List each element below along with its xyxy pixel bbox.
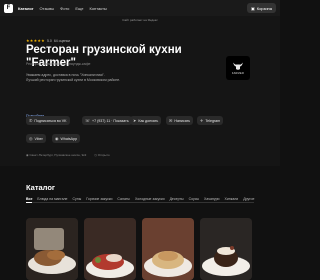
nav-link-reviews[interactable]: Отзывы	[40, 6, 55, 11]
rating-value: 5.0	[46, 38, 52, 43]
tab-cold-starters[interactable]: Холодные закуски	[135, 197, 165, 201]
route-button[interactable]: ➤ Как доехать	[130, 116, 162, 125]
button-label: Viber	[34, 136, 43, 141]
message-button[interactable]: ✉ Написать	[166, 116, 194, 125]
nav-link-contacts[interactable]: Контакты	[90, 6, 107, 11]
whatsapp-button[interactable]: ◉ WhatsApp	[52, 134, 81, 143]
phone-button[interactable]: ☏ +7 (937) 11 · Показать	[82, 116, 132, 125]
page-title: Ресторан грузинской кухни "Farmer"	[26, 44, 182, 69]
rating-stars-icon: ★★★★★	[26, 38, 45, 43]
whatsapp-icon: ◉	[55, 136, 59, 141]
message-icon: ✉	[169, 118, 173, 123]
tab-sauces[interactable]: Соусы	[189, 197, 199, 201]
cart-icon: ▣	[250, 5, 255, 11]
site-logo[interactable]: F	[4, 3, 13, 13]
telegram-icon: ✈	[200, 118, 204, 123]
top-navigation: F Каталог Отзывы Фото Еще Контакты ▣ Кор…	[0, 0, 280, 16]
bull-icon	[233, 62, 243, 70]
active-tab-indicator	[26, 201, 32, 203]
hero-section: Сайт работает на Яндекс ★★★★★ 5.0 64 оце…	[0, 16, 280, 166]
clock-icon: ◷	[94, 153, 97, 157]
tab-all[interactable]: Все	[26, 197, 32, 201]
product-card[interactable]	[142, 218, 194, 280]
tab-salads[interactable]: Салаты	[117, 197, 130, 201]
description-line: Лучший ресторан грузинской кухни в Моско…	[26, 78, 121, 82]
business-category: Ресторан, банкетный зал, лаундж-кафе	[26, 62, 91, 66]
dish-photo	[200, 218, 252, 280]
open-status: ◷ Открыто	[94, 153, 110, 157]
button-label: Как доехать	[138, 118, 159, 123]
tab-soups[interactable]: Супы	[73, 197, 82, 201]
tab-hot-starters[interactable]: Горячие закуски	[86, 197, 112, 201]
vk-icon: ✆	[29, 118, 33, 123]
product-card[interactable]	[26, 218, 78, 280]
phone-icon: ☏	[85, 118, 91, 123]
button-label: WhatsApp	[60, 136, 78, 141]
dish-photo	[26, 218, 78, 280]
dish-photo	[142, 218, 194, 280]
business-description: Уважаем адрес, доставка в ночь "Хинкалич…	[26, 73, 186, 83]
brand-text: FARMER	[231, 72, 245, 75]
product-card[interactable]	[84, 218, 136, 280]
telegram-button[interactable]: ✈ Telegram	[197, 116, 224, 125]
address-row: ◉ Санкт-Петербург, Пулковское шоссе, 9к3…	[26, 153, 110, 157]
nav-link-photos[interactable]: Фото	[60, 6, 69, 11]
button-label: Подписаться во VK	[34, 118, 67, 123]
brand-logo: FARMER	[226, 56, 250, 80]
route-icon: ➤	[133, 118, 137, 123]
cart-label: Корзина	[256, 5, 272, 11]
tab-khachapuri[interactable]: Хачапури	[204, 197, 219, 201]
cart-button[interactable]: ▣ Корзина	[246, 3, 276, 13]
tab-grill[interactable]: Блюда на мангале	[37, 197, 67, 201]
reviews-count[interactable]: 64 оценки	[54, 39, 70, 43]
catalog-title: Каталог	[26, 183, 56, 192]
nav-link-catalog[interactable]: Каталог	[18, 6, 34, 11]
nav-link-more[interactable]: Еще	[75, 6, 83, 11]
tabs-divider	[26, 202, 254, 203]
button-label: Написать	[174, 118, 191, 123]
product-card[interactable]	[200, 218, 252, 280]
button-label: +7 (937) 11 · Показать	[92, 118, 129, 123]
rating-row: ★★★★★ 5.0 64 оценки	[26, 38, 70, 43]
vk-subscribe-button[interactable]: ✆ Подписаться во VK	[26, 116, 70, 125]
tab-desserts[interactable]: Десерты	[170, 197, 184, 201]
address-text[interactable]: ◉ Санкт-Петербург, Пулковское шоссе, 9к3	[26, 153, 86, 157]
category-tabs: Все Блюда на мангале Супы Горячие закуск…	[26, 197, 276, 201]
tab-khinkali[interactable]: Хинкали	[224, 197, 238, 201]
dish-photo	[84, 218, 136, 280]
viber-button[interactable]: ◎ Viber	[26, 134, 46, 143]
promo-text: Сайт работает на Яндекс	[122, 18, 158, 22]
button-label: Telegram	[205, 118, 221, 123]
tab-other[interactable]: Другое	[243, 197, 254, 201]
viber-icon: ◎	[29, 136, 33, 141]
